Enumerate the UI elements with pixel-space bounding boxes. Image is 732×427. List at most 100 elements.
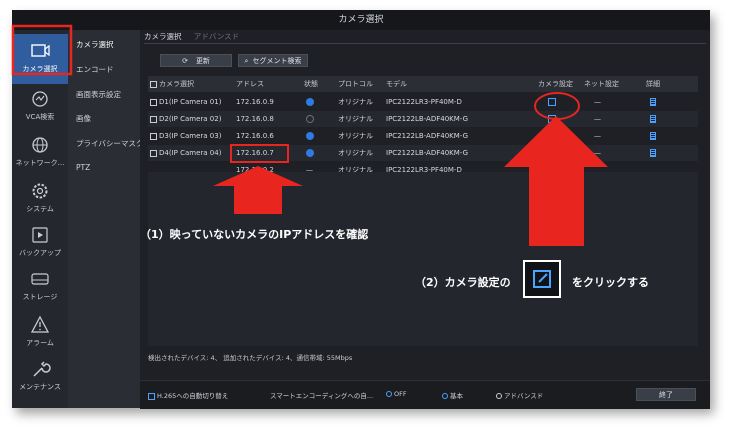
app-window: カメラ選択 カメラ選択 VCA検索 ネットワーク... システム バックアップ … (12, 10, 710, 409)
smart-off-radio[interactable]: OFF (386, 390, 407, 398)
select-all-checkbox[interactable] (150, 80, 157, 88)
header-detail: 詳細 (646, 80, 660, 88)
subnav-privacy-mask[interactable]: プライバシーマスク (68, 133, 143, 155)
status-play-icon[interactable] (306, 115, 314, 123)
detail-icon[interactable] (650, 98, 656, 106)
header-camera-settings: カメラ設定 (538, 80, 573, 88)
table-header: カメラ選択 アドレス 状態 プロトコル モデル カメラ設定 ネット設定 詳細 (148, 76, 698, 92)
camera-settings-edit-icon[interactable] (548, 149, 556, 157)
nav-backup[interactable]: バックアップ (12, 218, 68, 268)
net-settings-value: — (594, 149, 601, 157)
advanced-radio[interactable]: アドバンスド (496, 390, 543, 400)
detail-icon[interactable] (650, 132, 656, 140)
nav-alarm[interactable]: アラーム (12, 308, 68, 358)
search-icon: ⌕ (244, 57, 249, 65)
bottom-bar: H.265への自動切り替え スマートエンコーディングへの自... OFF 基本 … (140, 380, 710, 409)
camera-settings-edit-icon[interactable] (548, 132, 556, 140)
nav-storage[interactable]: ストレージ (12, 262, 68, 312)
camera-name: D2(IP Camera 02) (159, 115, 222, 123)
status-play-icon[interactable] (306, 98, 314, 106)
step2-annotation-suffix: をクリックする (572, 276, 649, 289)
camera-protocol: オリジナル (338, 98, 373, 106)
camera-settings-edit-icon[interactable] (548, 115, 556, 123)
camera-name: D4(IP Camera 04) (159, 149, 222, 157)
table-empty-area (148, 172, 698, 346)
device-status-text: 検出されたデバイス: 4、 追加されたデバイス: 4、通信帯域: 55Mbps (148, 354, 353, 362)
backup-icon (32, 227, 48, 243)
camera-protocol: オリジナル (338, 149, 373, 157)
detail-icon[interactable] (650, 149, 656, 157)
h265-checkbox[interactable] (148, 392, 155, 400)
status-play-icon[interactable] (306, 132, 314, 140)
camera-icon (31, 44, 50, 57)
refresh-button[interactable]: ⟳ 更新 (160, 54, 232, 67)
nav-network[interactable]: ネットワーク... (12, 128, 68, 178)
camera-model: IPC2122LR3-PF40M-D (386, 98, 462, 106)
nav-camera-select[interactable]: カメラ選択 (12, 34, 68, 84)
camera-model: IPC2122LB-ADF40KM-G (386, 132, 469, 140)
globe-icon (32, 137, 48, 153)
header-address: アドレス (236, 80, 264, 88)
sub-nav: カメラ選択 エンコード 画面表示設定 画像 プライバシーマスク PTZ (68, 30, 143, 408)
row-checkbox[interactable] (150, 115, 157, 123)
net-settings-value: — (594, 132, 601, 140)
camera-protocol: オリジナル (338, 132, 373, 140)
header-net-settings: ネット設定 (584, 80, 619, 88)
net-settings-value: — (594, 98, 601, 106)
tab-divider (144, 43, 706, 44)
gear-icon (32, 183, 48, 199)
storage-icon (31, 273, 49, 285)
edit-icon (533, 270, 551, 288)
camera-settings-edit-icon[interactable] (548, 98, 556, 106)
camera-name: D3(IP Camera 03) (159, 132, 222, 140)
camera-address: 172.16.0.7 (236, 149, 274, 157)
camera-name: D1(IP Camera 01) (159, 98, 222, 106)
header-model: モデル (386, 80, 407, 88)
row-checkbox[interactable] (150, 132, 157, 140)
row-checkbox[interactable] (150, 98, 157, 106)
h265-toggle[interactable]: H.265への自動切り替え (148, 390, 228, 400)
camera-settings-icon-callout (523, 260, 561, 298)
nav-maintenance[interactable]: メンテナンス (12, 352, 68, 402)
main-panel: カメラ選択 アドバンスド ⟳ 更新 ⌕ セグメント検索 カメラ選択 アドレス 状態 … (140, 30, 710, 409)
subnav-image[interactable]: 画像 (68, 108, 140, 130)
step1-annotation: （1）映っていないカメラのIPアドレスを確認 (140, 228, 369, 241)
exit-button[interactable]: 終了 (636, 388, 696, 401)
subnav-camera-select[interactable]: カメラ選択 (68, 34, 140, 56)
status-play-icon[interactable] (306, 149, 314, 157)
net-settings-value: — (594, 115, 601, 123)
header-status: 状態 (304, 80, 318, 88)
table-row[interactable]: D4(IP Camera 04) 172.16.0.7 オリジナル IPC212… (148, 145, 698, 161)
wrench-icon (33, 361, 51, 377)
camera-model: IPC2122LB-ADF40KM-G (386, 115, 469, 123)
subnav-display-settings[interactable]: 画面表示設定 (68, 84, 140, 106)
subnav-encode[interactable]: エンコード (68, 59, 140, 81)
basic-radio[interactable]: 基本 (442, 390, 463, 400)
camera-protocol: オリジナル (338, 115, 373, 123)
table-row[interactable]: D3(IP Camera 03) 172.16.0.6 オリジナル IPC212… (148, 128, 698, 144)
vca-search-icon (32, 91, 48, 107)
camera-address: 172.16.0.6 (236, 132, 274, 140)
header-camera-select[interactable]: カメラ選択 (150, 76, 194, 92)
nav-vca-search[interactable]: VCA検索 (12, 82, 68, 132)
camera-address: 172.16.0.8 (236, 115, 274, 123)
smart-encoding-label: スマートエンコーディングへの自... (270, 392, 374, 400)
tab-bar: カメラ選択 アドバンスド (144, 31, 249, 43)
alarm-icon (30, 315, 50, 333)
subnav-ptz[interactable]: PTZ (68, 157, 140, 179)
step2-annotation-prefix: （2）カメラ設定の (415, 276, 511, 289)
camera-address: 172.16.0.9 (236, 98, 274, 106)
table-row[interactable]: D1(IP Camera 01) 172.16.0.9 オリジナル IPC212… (148, 94, 698, 110)
segment-search-button[interactable]: ⌕ セグメント検索 (238, 54, 308, 67)
left-nav: カメラ選択 VCA検索 ネットワーク... システム バックアップ ストレージ … (12, 30, 68, 408)
row-checkbox[interactable] (150, 149, 157, 157)
nav-system[interactable]: システム (12, 174, 68, 224)
tab-camera-select[interactable]: カメラ選択 (144, 31, 182, 42)
camera-model: IPC2122LB-ADF40KM-G (386, 149, 469, 157)
detail-icon[interactable] (650, 115, 656, 123)
header-protocol: プロトコル (338, 80, 373, 88)
table-row[interactable]: D2(IP Camera 02) 172.16.0.8 オリジナル IPC212… (148, 111, 698, 127)
refresh-icon: ⟳ (182, 57, 188, 65)
window-title: カメラ選択 (12, 10, 710, 30)
tab-advanced[interactable]: アドバンスド (194, 31, 239, 42)
